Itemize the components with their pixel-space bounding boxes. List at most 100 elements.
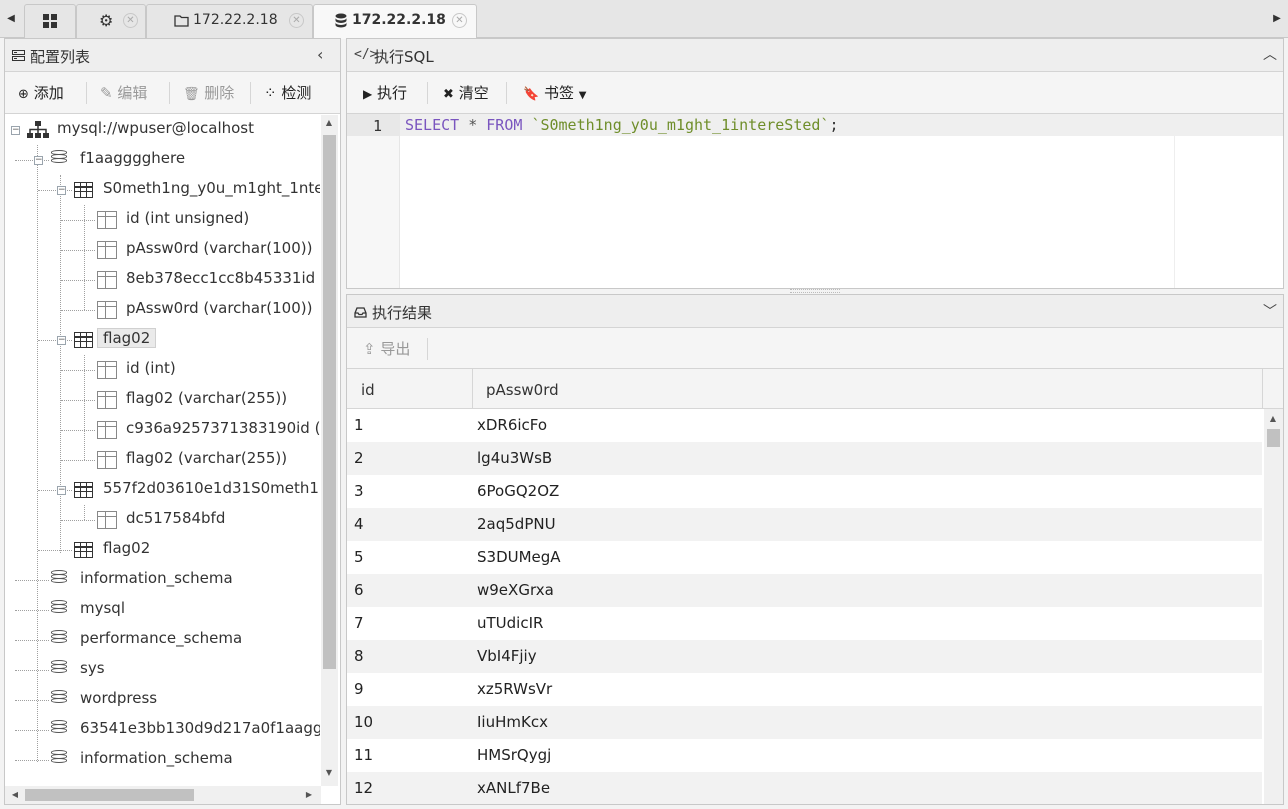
tree-item-label: information_schema: [80, 749, 233, 767]
table-row[interactable]: 1 xDR6icFo: [347, 409, 1262, 442]
scroll-right-icon[interactable]: ▶: [301, 787, 317, 803]
collapse-toggle-icon[interactable]: −: [57, 336, 66, 345]
tree-item-database[interactable]: performance_schema: [5, 628, 320, 652]
close-icon[interactable]: ✕: [123, 13, 138, 28]
table-row[interactable]: 5 S3DUMegA: [347, 541, 1262, 574]
cell-password: 6PoGQ2OZ: [477, 482, 560, 500]
table-row[interactable]: 3 6PoGQ2OZ: [347, 475, 1262, 508]
tree-item-column[interactable]: id (int unsigned): [5, 208, 320, 232]
tab-scroll-right-icon[interactable]: ▶: [1270, 8, 1284, 30]
scroll-left-icon[interactable]: ◀: [7, 787, 23, 803]
tree-item-table[interactable]: − S0meth1ng_y0u_m1ght_1nte: [5, 178, 320, 202]
tree-item-column[interactable]: id (int): [5, 358, 320, 382]
close-icon[interactable]: ✕: [452, 13, 467, 28]
sql-panel: </> 执行SQL ︿ ▶ 执行 ✖ 清空 🔖 书签 ▼ 1 SELECT * …: [346, 38, 1284, 289]
table-row[interactable]: 6 w9eXGrxa: [347, 574, 1262, 607]
table-row[interactable]: 8 VbI4Fjiy: [347, 640, 1262, 673]
folder-icon: [174, 15, 189, 27]
table-row[interactable]: 11 HMSrQygj: [347, 739, 1262, 772]
tree-item-table[interactable]: − 557f2d03610e1d31S0meth1n: [5, 478, 320, 502]
scroll-up-icon[interactable]: ▲: [1265, 411, 1281, 427]
plus-circle-icon: ⊕: [18, 87, 29, 102]
scrollbar-thumb[interactable]: [1267, 429, 1280, 447]
tab-scroll-left-icon[interactable]: ◀: [4, 8, 18, 30]
tree-item-label: mysql: [80, 599, 125, 617]
table-icon: [74, 182, 93, 198]
tree-item-table[interactable]: − flag02: [5, 328, 320, 352]
result-grid-body: 1 xDR6icFo 2 lg4u3WsB 3 6PoGQ2OZ 4 2aq5dPNU 5 S3D…: [347, 409, 1262, 804]
tree-horizontal-scrollbar[interactable]: ◀ ▶: [5, 786, 321, 804]
tree-item-column[interactable]: dc517584bfd: [5, 508, 320, 532]
table-row[interactable]: 7 uTUdicIR: [347, 607, 1262, 640]
chevron-up-icon[interactable]: ︿: [1263, 44, 1277, 64]
collapse-left-icon[interactable]: ‹: [317, 45, 323, 64]
database-icon: [51, 690, 67, 709]
edit-button[interactable]: ✎ 编辑: [100, 82, 147, 103]
close-icon[interactable]: ✕: [289, 13, 304, 28]
export-button[interactable]: ⇪ 导出: [363, 338, 410, 359]
tree-item-database[interactable]: 63541e3bb130d9d217a0f1aaggg: [5, 718, 320, 742]
clear-button[interactable]: ✖ 清空: [443, 82, 489, 103]
tree-item-database[interactable]: information_schema: [5, 748, 320, 772]
tree-item-database[interactable]: − f1aagggghere: [5, 148, 320, 172]
collapse-toggle-icon[interactable]: −: [34, 156, 43, 165]
table-row[interactable]: 9 xz5RWsVr: [347, 673, 1262, 706]
sidebar-header: 配置列表 ‹: [5, 39, 340, 72]
column-icon: [97, 511, 117, 529]
check-button[interactable]: ⁘ 检测: [264, 82, 311, 103]
tree-item-table[interactable]: flag02: [5, 538, 320, 562]
result-panel-header: 执行结果 ﹀: [347, 295, 1283, 328]
sidebar-title: 配置列表: [30, 48, 91, 66]
cell-id: 4: [354, 515, 364, 533]
toolbar-divider: [427, 82, 428, 104]
tab-settings[interactable]: ⚙ ✕: [76, 4, 146, 38]
caret-down-icon: ▼: [578, 90, 587, 101]
tree-item-column[interactable]: c936a9257371383190id (ir: [5, 418, 320, 442]
run-button[interactable]: ▶ 执行: [363, 82, 407, 103]
column-header[interactable]: id: [361, 381, 375, 399]
table-row[interactable]: 2 lg4u3WsB: [347, 442, 1262, 475]
scroll-up-icon[interactable]: ▲: [321, 115, 337, 131]
grid-vertical-scrollbar[interactable]: ▲: [1264, 409, 1283, 804]
collapse-toggle-icon[interactable]: −: [57, 186, 66, 195]
scrollbar-thumb[interactable]: [323, 135, 336, 669]
bookmark-button[interactable]: 🔖 书签 ▼: [523, 82, 586, 103]
table-row[interactable]: 4 2aq5dPNU: [347, 508, 1262, 541]
tree-item-label: S0meth1ng_y0u_m1ght_1nte: [103, 179, 320, 197]
delete-button[interactable]: 🗑 删除: [183, 82, 234, 103]
scrollbar-thumb[interactable]: [25, 789, 194, 801]
result-toolbar: ⇪ 导出: [347, 328, 1283, 369]
tree-item-database[interactable]: mysql: [5, 598, 320, 622]
panel-splitter[interactable]: [790, 289, 840, 293]
cell-password: w9eXGrxa: [477, 581, 554, 599]
tree-item-column[interactable]: pAssw0rd (varchar(100)): [5, 238, 320, 262]
sitemap-icon: [27, 121, 49, 138]
tree-item-label: id (int): [126, 359, 176, 377]
table-row[interactable]: 10 IiuHmKcx: [347, 706, 1262, 739]
tree-item-database[interactable]: information_schema: [5, 568, 320, 592]
chevron-down-icon[interactable]: ﹀: [1263, 301, 1277, 321]
toolbar-divider: [86, 82, 87, 104]
tree-item-column[interactable]: 8eb378ecc1cc8b45331id (i: [5, 268, 320, 292]
column-header[interactable]: pAssw0rd: [486, 381, 559, 399]
cell-id: 2: [354, 449, 364, 467]
tree-vertical-scrollbar[interactable]: ▲ ▼: [321, 115, 338, 786]
scroll-down-icon[interactable]: ▼: [321, 765, 337, 781]
tab-home[interactable]: [24, 4, 76, 38]
collapse-toggle-icon[interactable]: −: [57, 486, 66, 495]
tree-item-column[interactable]: flag02 (varchar(255)): [5, 388, 320, 412]
collapse-toggle-icon[interactable]: −: [11, 126, 20, 135]
toolbar-divider: [427, 338, 428, 360]
tree-item-label: pAssw0rd (varchar(100)): [126, 299, 313, 317]
tab-connection-files[interactable]: 172.22.2.18 ✕: [146, 4, 313, 38]
table-row[interactable]: 12 xANLf7Be: [347, 772, 1262, 804]
tab-database[interactable]: 172.22.2.18 ✕: [313, 4, 477, 39]
tree-item-column[interactable]: pAssw0rd (varchar(100)): [5, 298, 320, 322]
tree-item-column[interactable]: flag02 (varchar(255)): [5, 448, 320, 472]
tree-item-database[interactable]: sys: [5, 658, 320, 682]
tree-item-database[interactable]: wordpress: [5, 688, 320, 712]
sql-editor[interactable]: SELECT * FROM `S0meth1ng_y0u_m1ght_1inte…: [405, 116, 838, 134]
add-button[interactable]: ⊕ 添加: [18, 82, 64, 103]
toolbar-divider: [169, 82, 170, 104]
tree-item-connection[interactable]: − mysql://wpuser@localhost: [5, 118, 320, 142]
